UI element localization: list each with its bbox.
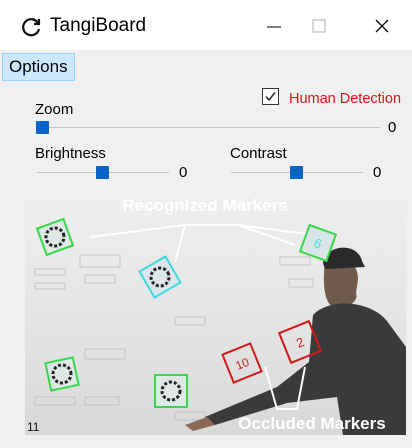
zoom-label: Zoom [35, 101, 74, 118]
maximize-button[interactable] [299, 6, 339, 46]
minimize-icon [267, 26, 281, 28]
brightness-slider-thumb[interactable] [96, 166, 109, 179]
minimize-button[interactable] [254, 6, 294, 46]
frame-number: 11 [27, 420, 40, 434]
occluded-marker: 10 [221, 342, 263, 384]
recognized-markers-caption: Recognized Markers [122, 197, 287, 215]
zoom-value: 0 [388, 119, 397, 136]
contrast-label: Contrast [230, 145, 287, 162]
marker-id: 10 [234, 355, 252, 373]
camera-feed: 6 10 2 Recognized Markers Occluded Marke… [25, 197, 406, 435]
brightness-value: 0 [179, 164, 188, 181]
title-bar: TangiBoard [0, 0, 412, 50]
refresh-icon [22, 18, 41, 37]
brightness-label: Brightness [35, 145, 106, 162]
recognized-marker [138, 255, 182, 299]
menu-options[interactable]: Options [2, 53, 75, 81]
recognized-marker [35, 217, 75, 257]
contrast-slider-thumb[interactable] [290, 166, 303, 179]
marker-id: 2 [294, 334, 306, 351]
occluded-markers-caption: Occluded Markers [238, 414, 385, 433]
camera-feed-canvas: 6 10 2 Recognized Markers Occluded Marke… [27, 197, 406, 435]
zoom-track[interactable] [38, 127, 380, 128]
close-icon [375, 19, 389, 33]
window-title: TangiBoard [50, 15, 147, 36]
human-detection-checkbox[interactable] [262, 88, 279, 105]
human-detection-label[interactable]: Human Detection [289, 91, 401, 107]
zoom-slider-thumb[interactable] [36, 121, 49, 134]
recognized-marker [44, 356, 80, 392]
maximize-icon [312, 19, 326, 33]
recognized-marker [154, 374, 188, 408]
contrast-value: 0 [373, 164, 382, 181]
close-button[interactable] [362, 6, 402, 46]
check-icon [265, 92, 276, 102]
